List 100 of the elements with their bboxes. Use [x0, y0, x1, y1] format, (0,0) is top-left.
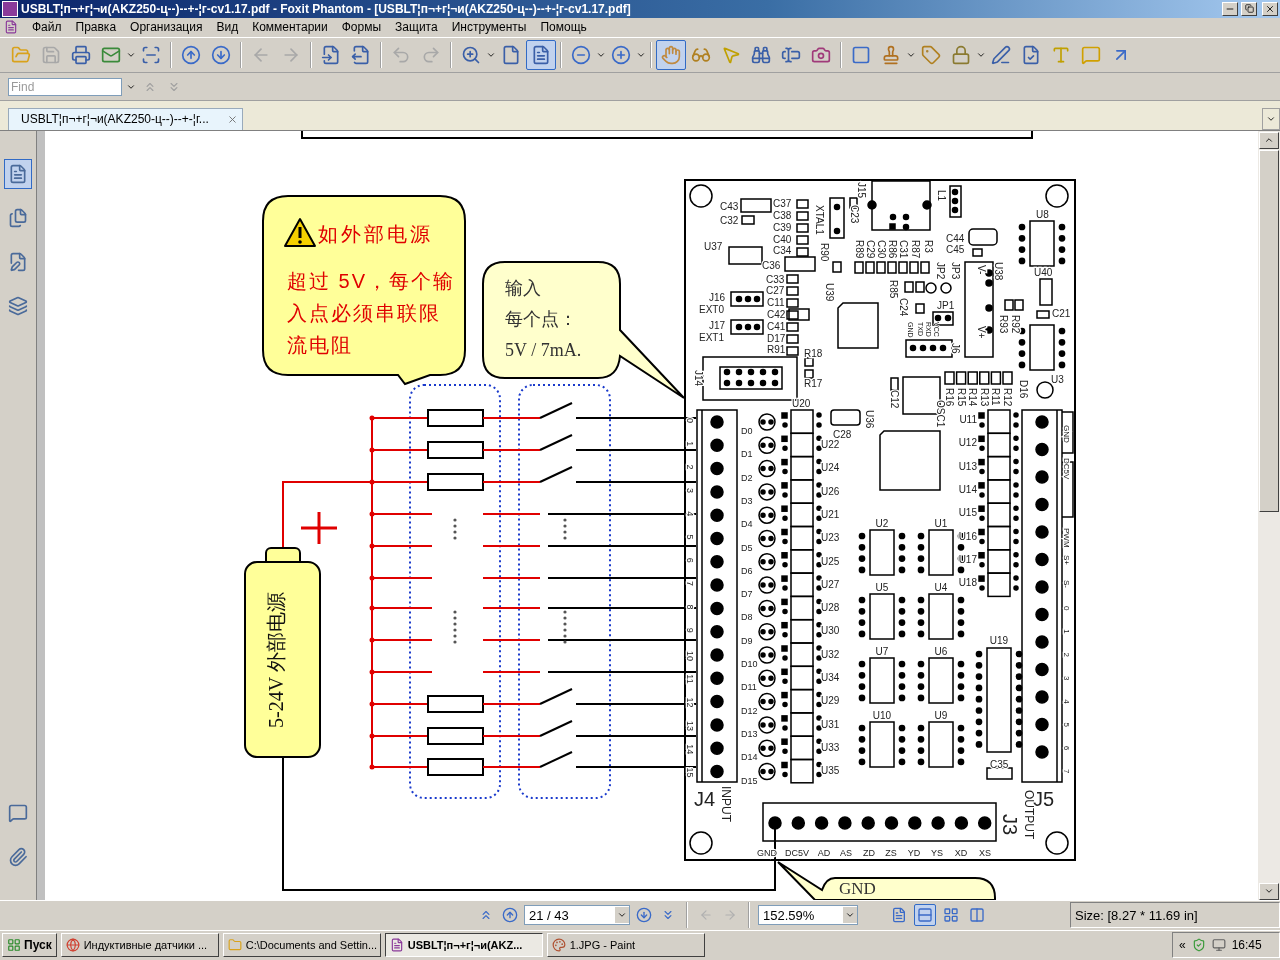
component-label: C33	[766, 273, 785, 285]
save-icon	[41, 45, 61, 66]
component-label: U38	[993, 261, 1004, 280]
restore-button[interactable]	[1241, 1, 1257, 16]
component-label: EXT0	[699, 303, 724, 315]
component-label: D12	[741, 705, 758, 716]
component-label: R18	[804, 347, 823, 359]
windows-logo-icon	[7, 938, 21, 953]
pin-number: 8	[685, 604, 695, 609]
taskbar-button[interactable]: C:\Documents and Settin...	[222, 933, 381, 958]
component-label: U21	[821, 508, 840, 520]
toolbar-button[interactable]	[656, 40, 686, 71]
clock: 16:45	[1231, 938, 1262, 953]
fit-width-icon	[531, 45, 551, 66]
close-icon	[1265, 3, 1275, 14]
pin-number: 10	[685, 650, 695, 661]
taskbar-button[interactable]: Индуктивные датчики ...	[60, 933, 219, 958]
palette-icon	[551, 938, 566, 953]
close-button[interactable]	[1262, 1, 1278, 16]
page-layout-button[interactable]	[914, 904, 936, 927]
pin-number: 13	[685, 720, 695, 731]
comment-icon	[8, 802, 28, 823]
pin-label: 1	[1062, 628, 1071, 634]
pin-label: S+	[1062, 554, 1071, 565]
document-icon	[4, 20, 18, 35]
component-label: U29	[821, 694, 840, 706]
pin-label: S-	[1062, 579, 1071, 588]
component-label: U39	[824, 282, 835, 301]
component-label: C44	[946, 232, 965, 244]
component-label: OSC1	[935, 399, 946, 427]
scanner-icon	[141, 45, 161, 66]
component-label: R3	[923, 239, 934, 253]
menu-item[interactable]: Организация	[130, 20, 203, 35]
menu-item[interactable]: Помощь	[540, 20, 587, 35]
scroll-down-button[interactable]	[1259, 882, 1279, 900]
sidebar-button[interactable]	[4, 158, 32, 189]
page-layout-icon	[891, 907, 907, 924]
component-label: R85	[888, 279, 899, 298]
component-label: U12	[958, 436, 977, 448]
page-export-icon	[351, 45, 371, 66]
start-button[interactable]: Пуск	[2, 933, 57, 958]
menu-item[interactable]: Инструменты	[451, 20, 527, 35]
folder-icon	[227, 938, 242, 953]
pin-number: 2	[685, 464, 695, 470]
component-label: D15	[741, 775, 758, 786]
component-label: U8	[1036, 208, 1049, 220]
zoom-field[interactable]: 152.59%	[758, 905, 858, 926]
minimize-button[interactable]	[1222, 1, 1238, 16]
tray-expand-button[interactable]: «	[1179, 938, 1186, 953]
component-label: U28	[821, 601, 840, 613]
component-label: U32	[821, 648, 840, 660]
pin-number: 14	[685, 743, 695, 754]
pin-number: 7	[685, 580, 695, 586]
menu-item[interactable]: Защита	[395, 20, 438, 35]
page-number-field[interactable]: 21 / 43	[524, 905, 630, 926]
plus-sign-icon	[301, 511, 337, 544]
document-tab[interactable]: USBLT¦п¬+г¦¬и(AKZ250-ц--)--+-¦г...	[8, 107, 243, 130]
pin-label: 3	[1062, 675, 1071, 680]
find-field[interactable]: Find	[8, 77, 122, 96]
menu-item[interactable]: Файл	[32, 20, 62, 35]
toolbar-button[interactable]	[526, 40, 556, 71]
close-icon[interactable]	[227, 113, 238, 125]
component-label: U13	[958, 460, 977, 472]
component-label: U23	[821, 531, 840, 543]
rectangle-icon	[851, 45, 871, 66]
checklist-icon	[1021, 45, 1041, 66]
component-label: C27	[766, 284, 785, 296]
component-label: J3	[999, 813, 1021, 835]
component-label: U37	[704, 240, 723, 252]
component-label: U14	[958, 483, 977, 495]
component-label: D0	[741, 425, 753, 436]
component-label: U25	[821, 555, 840, 567]
zoom-in-icon	[461, 45, 481, 66]
app-icon	[2, 0, 18, 17]
component-label: J14	[693, 369, 704, 386]
menu-item[interactable]: Комментарии	[252, 20, 328, 35]
pin-label: XD	[954, 847, 968, 858]
component-label: V+	[976, 325, 987, 339]
component-label: D5	[741, 542, 753, 553]
pin-label: PWM	[1062, 527, 1071, 548]
page-layout-icon	[917, 907, 933, 924]
scroll-up-button[interactable]	[1259, 131, 1279, 149]
taskbar-button[interactable]: USBLT¦п¬+г¦¬и(AKZ...	[384, 933, 543, 958]
menu-item[interactable]: Формы	[341, 20, 382, 35]
taskbar-button[interactable]: 1.JPG - Paint	[546, 933, 705, 958]
component-label: R86	[887, 239, 898, 258]
menu-item[interactable]: Вид	[216, 20, 239, 35]
pin-number: 1	[685, 440, 695, 446]
pin-number: 9	[685, 627, 695, 633]
pin-number: 12	[685, 697, 695, 708]
component-label: J5	[1033, 787, 1055, 810]
scrollbar-thumb[interactable]	[1259, 149, 1279, 512]
component-label: U20	[792, 397, 811, 409]
pages-icon	[8, 207, 28, 228]
menu-item[interactable]: Правка	[75, 20, 117, 35]
component-label: C24	[898, 297, 909, 316]
component-label: U19	[989, 634, 1009, 646]
component-label: D9	[741, 635, 753, 646]
component-label: D7	[741, 588, 753, 599]
component-label: U35	[821, 764, 840, 776]
